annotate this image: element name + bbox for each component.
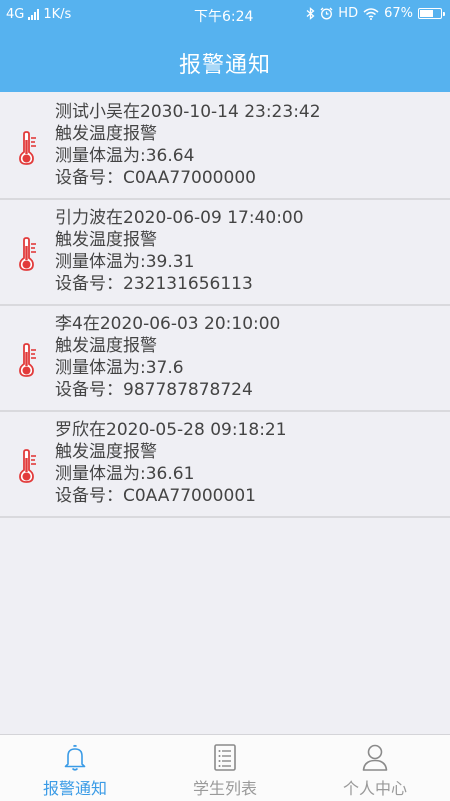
app-screen: 4G 1K/s 下午6:24 HD 67% 报警通知 测试小吴在2030-10-… — [0, 0, 450, 801]
alert-item[interactable]: 罗欣在2020-05-28 09:18:21 触发温度报警 测量体温为:36.6… — [0, 412, 450, 518]
bottom-tab-bar: 报警通知 学生列表 个人中心 — [0, 734, 450, 801]
thermometer-icon — [17, 449, 39, 483]
tab-label: 报警通知 — [42, 779, 107, 798]
bell-icon — [60, 742, 90, 772]
alert-title: 李4在2020-06-03 20:10:00 — [55, 314, 281, 334]
alert-type: 触发温度报警 — [55, 124, 157, 144]
alert-text: 测试小吴在2030-10-14 23:23:42 触发温度报警 测量体温为:36… — [55, 101, 321, 189]
alert-title: 测试小吴在2030-10-14 23:23:42 — [55, 102, 321, 122]
bluetooth-icon — [306, 7, 315, 20]
alert-item[interactable]: 李4在2020-06-03 20:10:00 触发温度报警 测量体温为:37.6… — [0, 306, 450, 412]
thermometer-icon — [17, 131, 39, 165]
alert-text: 引力波在2020-06-09 17:40:00 触发温度报警 测量体温为:39.… — [55, 207, 304, 295]
hd-indicator: HD — [338, 6, 359, 21]
list-icon — [210, 742, 240, 772]
network-speed: 1K/s — [43, 7, 72, 22]
alarm-clock-icon — [320, 7, 333, 20]
alert-item[interactable]: 引力波在2020-06-09 17:40:00 触发温度报警 测量体温为:39.… — [0, 200, 450, 306]
status-left: 4G 1K/s — [6, 7, 71, 22]
alert-type: 触发温度报警 — [55, 336, 157, 356]
tab-label: 个人中心 — [342, 779, 407, 798]
battery-icon — [418, 8, 445, 19]
alert-title: 引力波在2020-06-09 17:40:00 — [55, 208, 304, 228]
battery-fill — [420, 10, 433, 17]
alert-text: 李4在2020-06-03 20:10:00 触发温度报警 测量体温为:37.6… — [55, 313, 280, 401]
signal-icon — [28, 9, 40, 20]
status-bar: 4G 1K/s 下午6:24 HD 67% — [0, 0, 450, 30]
alert-text: 罗欣在2020-05-28 09:18:21 触发温度报警 测量体温为:36.6… — [55, 419, 287, 507]
thermometer-icon — [17, 237, 39, 271]
alert-device: 设备号：C0AA77000001 — [55, 486, 256, 506]
page-title: 报警通知 — [178, 53, 271, 78]
alert-device: 设备号：C0AA77000000 — [55, 168, 256, 188]
alert-temperature: 测量体温为:36.61 — [55, 464, 195, 484]
alert-temperature: 测量体温为:37.6 — [55, 358, 184, 378]
alert-device: 设备号：232131656113 — [55, 274, 253, 294]
wifi-icon — [363, 7, 379, 20]
alert-title: 罗欣在2020-05-28 09:18:21 — [55, 420, 287, 440]
status-time: 下午6:24 — [194, 9, 254, 25]
tab-label: 学生列表 — [192, 779, 257, 798]
battery-percent: 67% — [384, 6, 413, 21]
alert-type: 触发温度报警 — [55, 230, 157, 250]
alert-device: 设备号：987787878724 — [55, 380, 253, 400]
alert-temperature: 测量体温为:36.64 — [55, 146, 195, 166]
alert-item[interactable]: 测试小吴在2030-10-14 23:23:42 触发温度报警 测量体温为:36… — [0, 94, 450, 200]
thermometer-icon — [17, 343, 39, 377]
tab-alerts[interactable]: 报警通知 — [0, 735, 150, 801]
header: 报警通知 — [0, 30, 450, 92]
tab-profile[interactable]: 个人中心 — [300, 735, 450, 801]
alert-type: 触发温度报警 — [55, 442, 157, 462]
status-right: HD 67% — [306, 6, 445, 21]
network-type: 4G — [6, 7, 25, 22]
tab-students[interactable]: 学生列表 — [150, 735, 300, 801]
person-icon — [360, 742, 390, 772]
alert-temperature: 测量体温为:39.31 — [55, 252, 195, 272]
alert-list: 测试小吴在2030-10-14 23:23:42 触发温度报警 测量体温为:36… — [0, 94, 450, 518]
